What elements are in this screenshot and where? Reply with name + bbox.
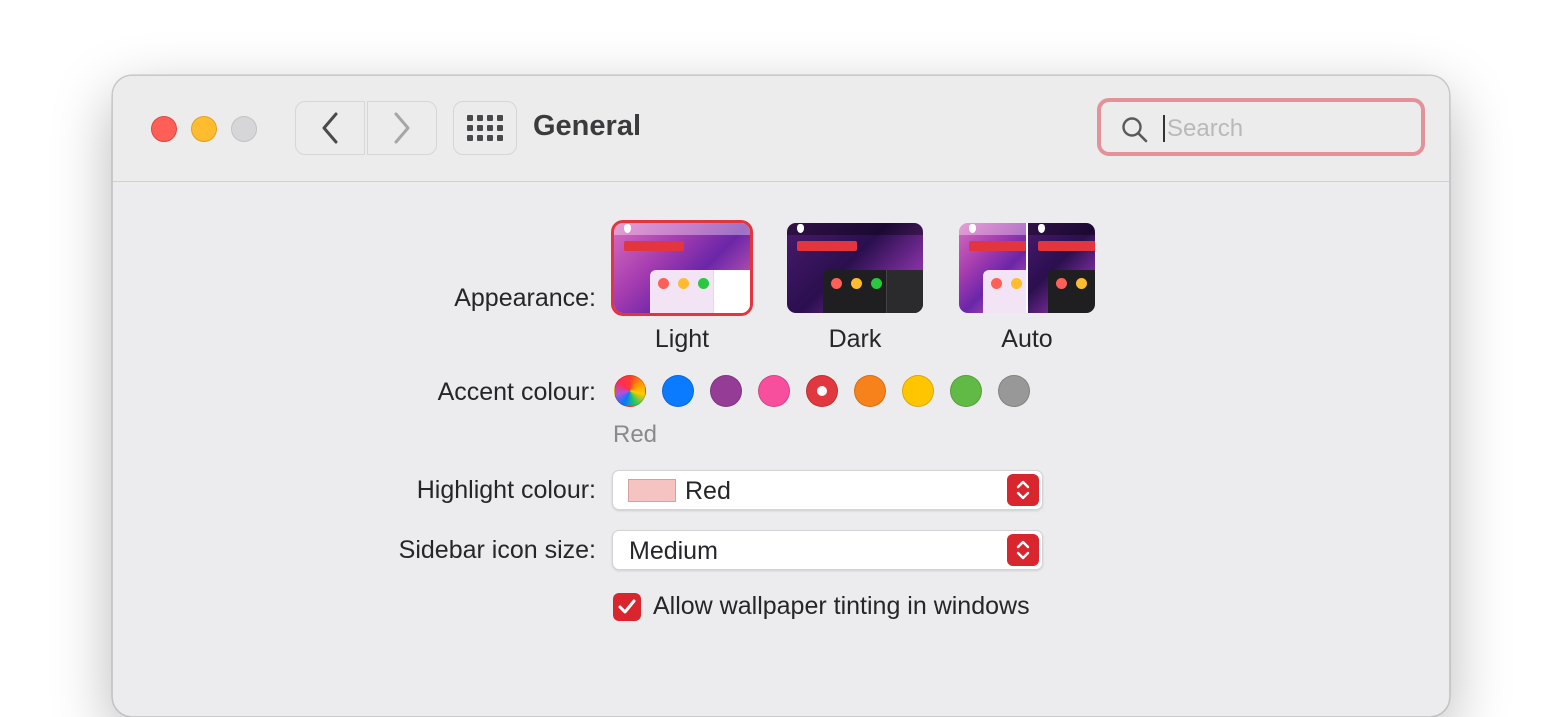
zoom-window-button[interactable]	[231, 116, 257, 142]
chevron-right-icon	[394, 112, 410, 144]
accent-swatch-green[interactable]	[950, 375, 982, 407]
sidebar-icon-size-popup[interactable]: Medium	[612, 530, 1043, 570]
highlight-colour-label: Highlight colour:	[416, 476, 596, 504]
wallpaper-tinting-label: Allow wallpaper tinting in windows	[653, 592, 1030, 620]
show-all-button[interactable]	[453, 101, 517, 155]
appearance-light-label: Light	[654, 325, 710, 353]
back-button[interactable]	[295, 101, 365, 155]
wallpaper-tinting-checkbox[interactable]	[613, 593, 641, 621]
accent-swatch-pink[interactable]	[758, 375, 790, 407]
apple-icon	[624, 224, 631, 233]
appearance-auto-option[interactable]	[959, 223, 1095, 313]
sidebar-icon-size-value: Medium	[629, 537, 718, 565]
accent-swatch-graphite[interactable]	[998, 375, 1030, 407]
accent-swatch-purple[interactable]	[710, 375, 742, 407]
accent-swatch-multicolour[interactable]	[614, 375, 646, 407]
toolbar: General	[113, 76, 1449, 182]
appearance-auto-label: Auto	[1001, 325, 1053, 353]
close-window-button[interactable]	[151, 116, 177, 142]
search-field[interactable]	[1097, 98, 1425, 156]
appearance-light-option[interactable]	[611, 220, 753, 316]
apple-icon	[797, 224, 804, 233]
popup-stepper-icon	[1007, 474, 1039, 506]
highlight-colour-value: Red	[685, 477, 731, 505]
highlight-colour-popup[interactable]: Red	[612, 470, 1043, 510]
chevron-left-icon	[322, 112, 338, 144]
accent-colour-label: Accent colour:	[437, 378, 596, 406]
accent-swatch-blue[interactable]	[662, 375, 694, 407]
selected-indicator	[817, 386, 827, 396]
window-title: General	[533, 110, 641, 142]
checkmark-icon	[618, 599, 636, 614]
search-input[interactable]	[1165, 110, 1409, 148]
search-icon	[1122, 117, 1148, 143]
accent-swatch-red[interactable]	[806, 375, 838, 407]
system-preferences-window: General Appearance: Light Dark	[112, 75, 1450, 717]
appearance-dark-label: Dark	[828, 325, 882, 353]
appearance-dark-option[interactable]	[787, 223, 923, 313]
appearance-label: Appearance:	[454, 284, 596, 312]
highlight-colour-chip	[628, 479, 676, 502]
accent-swatch-yellow[interactable]	[902, 375, 934, 407]
sidebar-icon-size-label: Sidebar icon size:	[398, 536, 596, 564]
forward-button[interactable]	[367, 101, 437, 155]
popup-stepper-icon	[1007, 534, 1039, 566]
accent-selected-name: Red	[613, 421, 658, 448]
grid-icon	[467, 115, 503, 141]
accent-swatch-orange[interactable]	[854, 375, 886, 407]
minimize-window-button[interactable]	[191, 116, 217, 142]
